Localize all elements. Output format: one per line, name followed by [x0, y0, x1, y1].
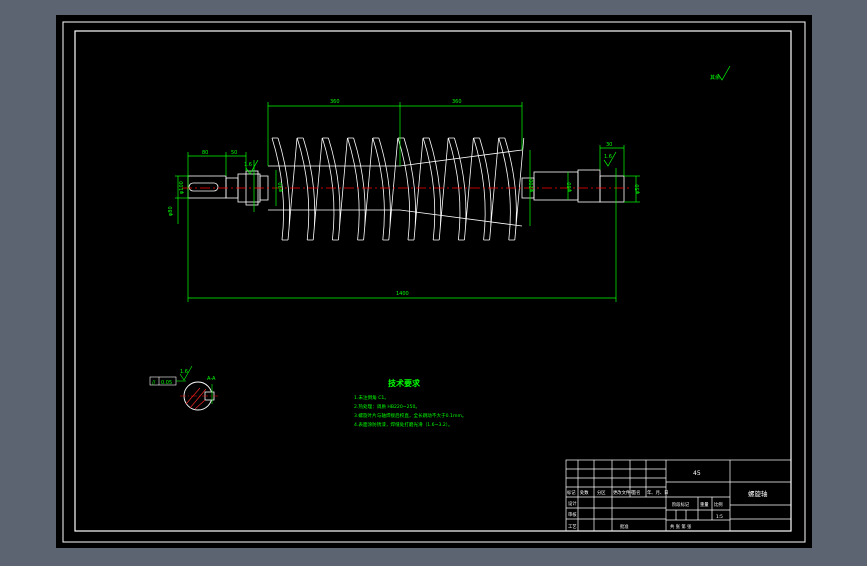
dim-end-right: φ50 — [635, 184, 641, 194]
tb-label-review: 审核 — [568, 511, 577, 518]
dim-flange: φ80 — [168, 206, 174, 216]
tb-label-date: 年、月、日 — [647, 489, 668, 496]
section-label: A-A — [207, 376, 216, 382]
tb-scale-label: 比例 — [714, 501, 723, 508]
tech-req-item-2: 2.热处理：调质 HB220~250。 — [354, 403, 420, 410]
tech-req-item-1: 1.未注倒角 C1。 — [354, 394, 389, 401]
tb-weight-label: 重量 — [700, 501, 709, 508]
dim-total-length: 1400 — [396, 291, 409, 297]
sheet-background — [56, 15, 812, 548]
tolerance-symbol: // — [152, 380, 156, 386]
tb-label-mark: 标记 — [567, 489, 576, 496]
tb-label-sign: 签名 — [632, 489, 641, 496]
dim-auger-dia: φ200 — [529, 179, 535, 192]
tb-scale-value: 1:5 — [716, 514, 723, 520]
cad-window: 360 360 1400 80 50 30 φ80 φ100 φ90 φ200 … — [0, 0, 867, 562]
tolerance-value: 0.05 — [161, 380, 172, 386]
tb-stage-label: 阶段标记 — [672, 501, 690, 508]
dim-shaft-left-2: 50 — [231, 150, 237, 156]
dim-right-length: 360 — [452, 99, 462, 105]
tb-label-process: 工艺 — [568, 524, 577, 530]
dim-left-length: 360 — [330, 99, 340, 105]
section-roughness: 1.6 — [180, 369, 188, 375]
dim-left-height: φ100 — [179, 181, 185, 194]
roughness-note: 其余 — [710, 74, 720, 81]
tech-req-item-3: 3.螺旋叶片与轴焊接后校直，全长跳动不大于0.1mm。 — [354, 412, 467, 419]
tb-material: 45 — [693, 470, 701, 477]
dim-shaft-left-1: 80 — [202, 150, 208, 156]
tb-label-approve: 批准 — [620, 523, 629, 530]
dim-shaft-mid: φ90 — [278, 182, 284, 192]
tb-sheet-label: 共 张 第 张 — [670, 523, 692, 530]
tb-label-count: 处数 — [580, 489, 589, 496]
drawing-sheet[interactable]: 360 360 1400 80 50 30 φ80 φ100 φ90 φ200 … — [0, 0, 867, 562]
dim-shaft-right: φ60 — [567, 182, 573, 192]
tech-req-title: 技术要求 — [388, 378, 421, 388]
dim-shaft-right-1: 30 — [606, 142, 612, 148]
tb-label-zone: 分区 — [597, 489, 606, 496]
tech-req-item-4: 4.表面涂防锈漆，焊缝处打磨光滑（1.6~3.2）。 — [354, 421, 453, 428]
dim-right-roughness: 1.6 — [604, 154, 612, 160]
tb-label-design: 设计 — [568, 500, 577, 507]
dim-left-roughness: 1.6 — [244, 162, 252, 168]
tb-drawing-name: 螺旋轴 — [748, 489, 768, 498]
